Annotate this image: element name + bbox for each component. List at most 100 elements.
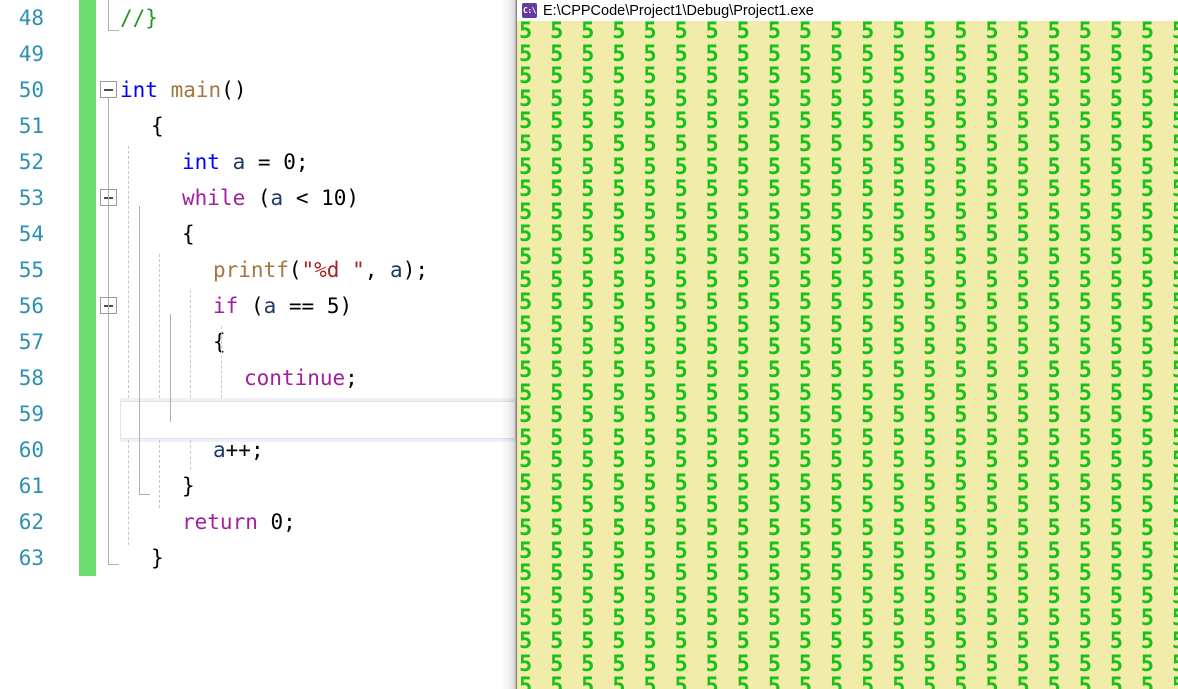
code-line-row[interactable]: 62 return 0; bbox=[0, 504, 516, 540]
code-text[interactable]: { bbox=[182, 216, 195, 252]
console-output-line: 5 5 5 5 5 5 5 5 5 5 5 5 5 5 5 5 5 5 5 5 … bbox=[519, 425, 1178, 451]
code-token: //} bbox=[120, 6, 158, 30]
line-number: 53 bbox=[18, 186, 44, 210]
code-text[interactable]: int main() bbox=[120, 72, 246, 108]
code-line-row[interactable]: 53 while (a < 10) bbox=[0, 180, 516, 216]
code-line-row[interactable]: 54 { bbox=[0, 216, 516, 252]
change-indicator-bar bbox=[79, 216, 96, 252]
indent-guide bbox=[128, 146, 129, 398]
code-structure-line bbox=[170, 314, 171, 422]
code-token: () bbox=[221, 78, 247, 102]
code-token: 0 bbox=[270, 510, 284, 534]
code-token: "%d " bbox=[301, 258, 365, 282]
code-line-row[interactable]: 55 printf("%d ", a); bbox=[0, 252, 516, 288]
console-output-line: 5 5 5 5 5 5 5 5 5 5 5 5 5 5 5 5 5 5 5 5 … bbox=[519, 267, 1178, 293]
code-token: ++; bbox=[225, 438, 264, 462]
code-token: printf bbox=[213, 258, 289, 282]
console-output-line: 5 5 5 5 5 5 5 5 5 5 5 5 5 5 5 5 5 5 5 5 … bbox=[519, 154, 1178, 180]
code-text[interactable]: int a = 0; bbox=[182, 144, 309, 180]
change-indicator-bar bbox=[79, 324, 96, 360]
console-output-line: 5 5 5 5 5 5 5 5 5 5 5 5 5 5 5 5 5 5 5 5 … bbox=[519, 629, 1178, 655]
code-token: , bbox=[364, 258, 391, 282]
code-token: a bbox=[232, 150, 246, 174]
code-token: ( bbox=[288, 258, 302, 282]
code-line-row[interactable]: 57 { bbox=[0, 324, 516, 360]
code-text[interactable]: if (a == 5) bbox=[213, 288, 352, 324]
code-text[interactable]: while (a < 10) bbox=[182, 180, 359, 216]
code-structure-foot bbox=[108, 30, 119, 31]
code-token: int bbox=[120, 78, 158, 102]
line-number: 52 bbox=[18, 150, 44, 174]
code-text[interactable]: return 0; bbox=[182, 504, 296, 540]
code-text[interactable]: //} bbox=[120, 0, 158, 36]
console-output-line: 5 5 5 5 5 5 5 5 5 5 5 5 5 5 5 5 5 5 5 5 … bbox=[519, 41, 1178, 67]
change-indicator-bar bbox=[79, 180, 96, 216]
code-line-row[interactable]: 52 int a = 0; bbox=[0, 144, 516, 180]
console-output-line: 5 5 5 5 5 5 5 5 5 5 5 5 5 5 5 5 5 5 5 5 … bbox=[519, 470, 1178, 496]
code-line-row[interactable]: 49 bbox=[0, 36, 516, 72]
code-text[interactable]: } bbox=[151, 540, 164, 576]
code-editor-pane[interactable]: 48//} 49 50 int main() 51{52 int a = 0; 53 whil… bbox=[0, 0, 516, 689]
change-indicator-bar bbox=[79, 252, 96, 288]
change-indicator-bar bbox=[79, 144, 96, 180]
console-window[interactable]: C:\ E:\CPPCode\Project1\Debug\Project1.e… bbox=[516, 0, 1178, 689]
code-token: while bbox=[182, 186, 246, 210]
change-indicator-bar bbox=[79, 396, 96, 432]
console-output-line: 5 5 5 5 5 5 5 5 5 5 5 5 5 5 5 5 5 5 5 5 … bbox=[519, 357, 1178, 383]
console-output-line: 5 5 5 5 5 5 5 5 5 5 5 5 5 5 5 5 5 5 5 5 … bbox=[519, 199, 1178, 225]
code-text[interactable]: { bbox=[213, 324, 226, 360]
console-output-line: 5 5 5 5 5 5 5 5 5 5 5 5 5 5 5 5 5 5 5 5 … bbox=[519, 109, 1178, 135]
code-token: a bbox=[270, 186, 284, 210]
change-indicator-bar bbox=[79, 72, 96, 108]
code-text[interactable]: continue; bbox=[244, 360, 358, 396]
console-output-line: 5 5 5 5 5 5 5 5 5 5 5 5 5 5 5 5 5 5 5 5 … bbox=[519, 86, 1178, 112]
code-line-row[interactable]: 63} bbox=[0, 540, 516, 576]
console-title-bar[interactable]: C:\ E:\CPPCode\Project1\Debug\Project1.e… bbox=[517, 0, 1178, 21]
code-structure-line bbox=[108, 0, 109, 30]
console-output-line: 5 5 5 5 5 5 5 5 5 5 5 5 5 5 5 5 5 5 5 5 … bbox=[519, 222, 1178, 248]
code-token: 10 bbox=[321, 186, 347, 210]
code-token: ) bbox=[339, 294, 353, 318]
code-token: a bbox=[213, 438, 226, 462]
code-text[interactable]: { bbox=[151, 108, 164, 144]
code-line-row[interactable]: 50 int main() bbox=[0, 72, 516, 108]
code-text[interactable]: printf("%d ", a); bbox=[213, 252, 428, 288]
code-token: } bbox=[182, 474, 195, 498]
console-title-text: E:\CPPCode\Project1\Debug\Project1.exe bbox=[543, 2, 814, 19]
console-output-line: 5 5 5 5 5 5 5 5 5 5 5 5 5 5 5 5 5 5 5 5 … bbox=[519, 244, 1178, 270]
window-edge-shadow bbox=[500, 0, 516, 689]
console-output-line: 5 5 5 5 5 5 5 5 5 5 5 5 5 5 5 5 5 5 5 5 … bbox=[519, 516, 1178, 542]
code-token: if bbox=[213, 294, 239, 318]
code-token: ; bbox=[345, 366, 358, 390]
code-line-row[interactable]: 58 continue; bbox=[0, 360, 516, 396]
code-line-row[interactable]: 48 //} bbox=[0, 0, 516, 36]
code-structure-line bbox=[108, 98, 109, 564]
code-text[interactable]: } bbox=[182, 468, 195, 504]
code-token: ( bbox=[238, 294, 264, 318]
console-output-line: 5 5 5 5 5 5 5 5 5 5 5 5 5 5 5 5 5 5 5 5 … bbox=[519, 21, 1178, 44]
code-line-row[interactable]: 61} bbox=[0, 468, 516, 504]
console-output-line: 5 5 5 5 5 5 5 5 5 5 5 5 5 5 5 5 5 5 5 5 … bbox=[519, 448, 1178, 474]
line-number: 60 bbox=[18, 438, 44, 462]
line-number: 48 bbox=[18, 6, 44, 30]
indent-guide bbox=[190, 290, 191, 398]
fold-collapse-button[interactable] bbox=[100, 81, 117, 98]
line-number: 54 bbox=[18, 222, 44, 246]
console-output-area[interactable]: 5 5 5 5 5 5 5 5 5 5 5 5 5 5 5 5 5 5 5 5 … bbox=[517, 21, 1178, 689]
console-output-line: 5 5 5 5 5 5 5 5 5 5 5 5 5 5 5 5 5 5 5 5 … bbox=[519, 177, 1178, 203]
code-line-row[interactable]: 56 if (a == 5) bbox=[0, 288, 516, 324]
code-structure-line bbox=[139, 206, 140, 494]
code-token: { bbox=[182, 222, 195, 246]
code-token: < bbox=[283, 186, 322, 210]
console-output-line: 5 5 5 5 5 5 5 5 5 5 5 5 5 5 5 5 5 5 5 5 … bbox=[519, 290, 1178, 316]
code-line-row[interactable]: 51 { bbox=[0, 108, 516, 144]
code-token: a bbox=[263, 294, 277, 318]
indent-guide bbox=[190, 440, 191, 470]
change-indicator-bar bbox=[79, 0, 96, 36]
line-number: 51 bbox=[18, 114, 44, 138]
code-token: { bbox=[213, 330, 226, 354]
code-token: ( bbox=[245, 186, 271, 210]
code-token: 5 bbox=[326, 294, 340, 318]
